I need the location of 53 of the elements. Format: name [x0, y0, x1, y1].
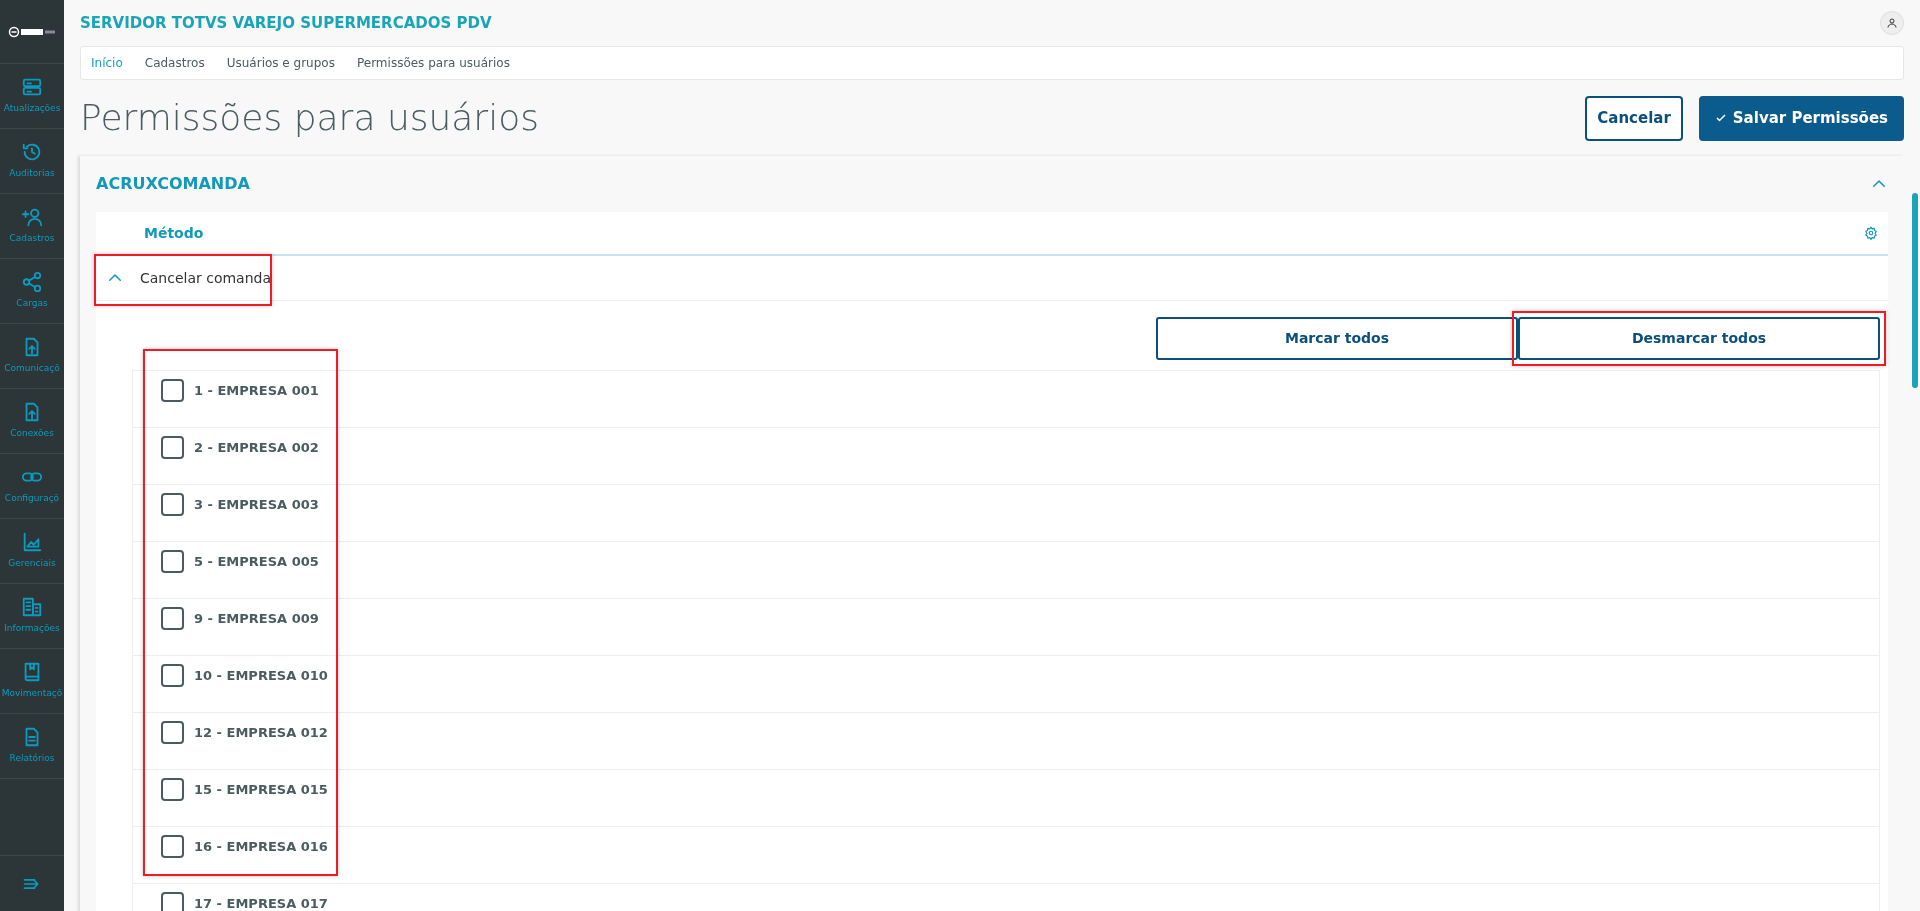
company-label: 10 - EMPRESA 010 — [194, 667, 328, 685]
settings-icon[interactable] — [1864, 226, 1878, 240]
company-label: 1 - EMPRESA 001 — [194, 382, 319, 400]
company-label: 9 - EMPRESA 009 — [194, 610, 319, 628]
company-label: 3 - EMPRESA 003 — [194, 496, 319, 514]
sidebar-item[interactable]: Informações — [0, 584, 64, 649]
breadcrumb-item[interactable]: Cadastros — [144, 54, 205, 72]
bulk-button[interactable]: Desmarcar todos — [1518, 317, 1880, 360]
company-label: 15 - EMPRESA 015 — [194, 781, 328, 799]
checkbox[interactable] — [161, 892, 184, 911]
app-title: SERVIDOR TOTVS VAREJO SUPERMERCADOS PDV — [80, 12, 492, 34]
checkbox[interactable] — [161, 436, 184, 459]
company-label: 16 - EMPRESA 016 — [194, 838, 328, 856]
company-label: 17 - EMPRESA 017 — [194, 895, 328, 911]
breadcrumb-link[interactable]: Início — [91, 54, 123, 72]
page-title: Permissões para usuários — [80, 96, 539, 140]
panel-title: ACRUXCOMANDA — [96, 173, 250, 195]
sidebar-item[interactable]: Movimentaçõ — [0, 649, 64, 714]
breadcrumb-item[interactable]: Permissões para usuários — [356, 54, 510, 72]
checkbox[interactable] — [161, 550, 184, 573]
add-user-icon — [21, 206, 43, 229]
checkbox[interactable] — [161, 379, 184, 402]
checkbox[interactable] — [161, 493, 184, 516]
sidebar-item[interactable]: Atualizações — [0, 64, 64, 129]
logo-icon — [8, 25, 56, 38]
building-icon — [21, 596, 43, 619]
sidebar-item[interactable]: Conexões — [0, 389, 64, 454]
method-name: Cancelar comanda — [140, 268, 272, 288]
sidebar-item[interactable]: Cadastros — [0, 194, 64, 259]
sidebar-item[interactable]: Relatórios — [0, 714, 64, 779]
company-label: 5 - EMPRESA 005 — [194, 553, 319, 571]
bulk-button[interactable]: Marcar todos — [1156, 317, 1518, 360]
column-header: Método — [144, 223, 204, 243]
scrollbar[interactable] — [1912, 193, 1918, 388]
checkbox[interactable] — [161, 721, 184, 744]
checkbox[interactable] — [161, 664, 184, 687]
share-icon — [21, 271, 43, 294]
cancel-button[interactable]: Cancelar — [1585, 95, 1683, 141]
company-label: 2 - EMPRESA 002 — [194, 439, 319, 457]
chart-icon — [21, 531, 43, 554]
sidebar-item[interactable]: Gerenciais — [0, 519, 64, 584]
check-icon — [1714, 112, 1727, 125]
sidebar-item[interactable]: Comunicaçõ — [0, 324, 64, 389]
checkbox[interactable] — [161, 835, 184, 858]
sidebar-item[interactable]: Auditorias — [0, 129, 64, 194]
user-avatar[interactable] — [1880, 11, 1904, 35]
checkbox[interactable] — [161, 607, 184, 630]
save-button[interactable]: Salvar Permissões — [1698, 95, 1904, 141]
company-label: 12 - EMPRESA 012 — [194, 724, 328, 742]
sidebar-item[interactable]: Configuraçõ — [0, 454, 64, 519]
checkbox[interactable] — [161, 778, 184, 801]
breadcrumb-item[interactable]: Usuários e grupos — [226, 54, 335, 72]
sidebar-item[interactable]: Cargas — [0, 259, 64, 324]
